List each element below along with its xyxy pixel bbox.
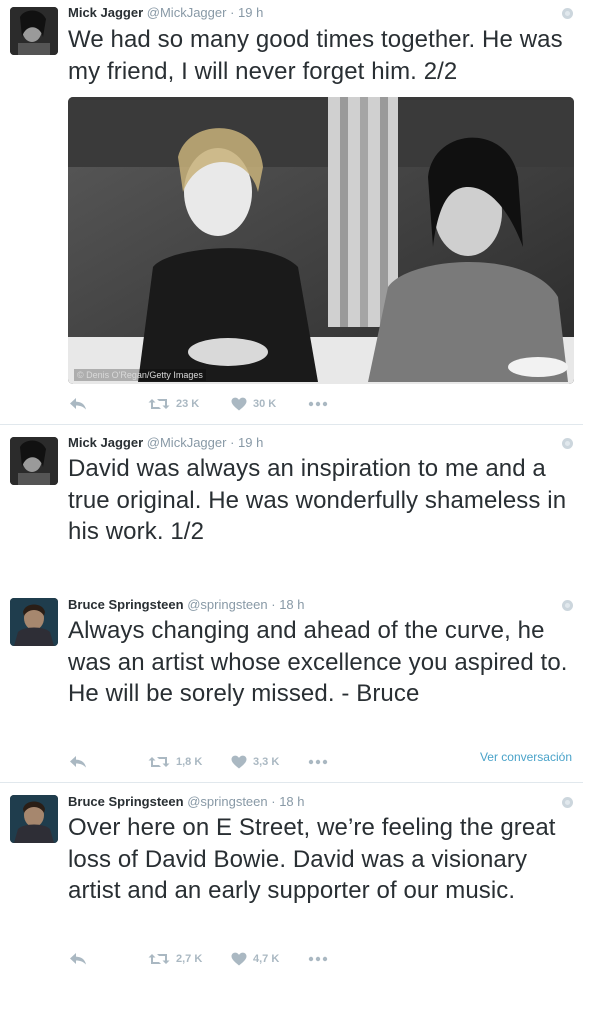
author-name[interactable]: Bruce Springsteen xyxy=(68,597,184,612)
author-name[interactable]: Mick Jagger xyxy=(68,435,143,450)
tweet-text: We had so many good times together. He w… xyxy=(68,26,563,85)
tweet-header: Bruce Springsteen @springsteen · 18 h xyxy=(68,794,305,810)
globe-icon xyxy=(562,8,573,19)
view-conversation-link[interactable]: Ver conversación xyxy=(480,750,572,764)
like-button[interactable]: 30 K xyxy=(231,394,276,414)
author-name[interactable]: Mick Jagger xyxy=(68,5,143,20)
like-button[interactable]: 4,7 K xyxy=(231,949,279,969)
more-icon xyxy=(308,759,328,765)
retweet-icon xyxy=(148,397,170,411)
divider xyxy=(0,782,583,783)
more-button[interactable] xyxy=(308,752,328,772)
heart-icon xyxy=(231,952,247,966)
reply-icon xyxy=(68,397,88,411)
like-count: 3,3 K xyxy=(253,756,280,768)
tweet-time[interactable]: · 19 h xyxy=(230,435,263,450)
author-handle[interactable]: @MickJagger xyxy=(147,435,227,450)
tweet-text: Over here on E Street, we’re feeling the… xyxy=(68,814,556,904)
retweet-button[interactable]: 1,8 K xyxy=(148,752,202,772)
author-handle[interactable]: @springsteen xyxy=(187,597,267,612)
like-button[interactable]: 3,3 K xyxy=(231,752,279,772)
tweet-header: Bruce Springsteen @springsteen · 18 h xyxy=(68,597,305,613)
tweet-text: Always changing and ahead of the curve, … xyxy=(68,617,568,707)
tweet-actions: 23 K 30 K xyxy=(68,394,368,414)
reply-icon xyxy=(68,755,88,769)
more-icon xyxy=(308,956,328,962)
author-handle[interactable]: @MickJagger xyxy=(147,5,227,20)
tweet-time[interactable]: · 19 h xyxy=(230,5,263,20)
avatar[interactable] xyxy=(10,598,58,646)
reply-button[interactable] xyxy=(68,949,88,969)
tweet-time[interactable]: · 18 h xyxy=(271,597,304,612)
avatar[interactable] xyxy=(10,7,58,55)
retweet-icon xyxy=(148,755,170,769)
author-name[interactable]: Bruce Springsteen xyxy=(68,794,184,809)
reply-icon xyxy=(68,952,88,966)
retweet-count: 23 K xyxy=(176,398,200,410)
retweet-button[interactable]: 2,7 K xyxy=(148,949,202,969)
heart-icon xyxy=(231,397,247,411)
tweet-actions: 2,7 K 4,7 K xyxy=(68,949,368,969)
divider xyxy=(0,424,583,425)
author-handle[interactable]: @springsteen xyxy=(187,794,267,809)
tweet-photo[interactable]: © Denis O'Regan/Getty Images xyxy=(68,97,574,384)
photo-credit: © Denis O'Regan/Getty Images xyxy=(74,369,206,381)
avatar[interactable] xyxy=(10,437,58,485)
tweet-header: Mick Jagger @MickJagger · 19 h xyxy=(68,435,263,451)
globe-icon xyxy=(562,600,573,611)
more-button[interactable] xyxy=(308,394,328,414)
tweet-header: Mick Jagger @MickJagger · 19 h xyxy=(68,5,263,21)
globe-icon xyxy=(562,438,573,449)
like-count: 30 K xyxy=(253,398,277,410)
tweet-text: David was always an inspiration to me an… xyxy=(68,455,567,545)
heart-icon xyxy=(231,755,247,769)
reply-button[interactable] xyxy=(68,394,88,414)
retweet-button[interactable]: 23 K xyxy=(148,394,199,414)
globe-icon xyxy=(562,797,573,808)
like-count: 4,7 K xyxy=(253,953,280,965)
avatar[interactable] xyxy=(10,795,58,843)
tweet-actions: 1,8 K 3,3 K xyxy=(68,752,368,772)
retweet-count: 2,7 K xyxy=(176,953,203,965)
tweet-time[interactable]: · 18 h xyxy=(271,794,304,809)
retweet-count: 1,8 K xyxy=(176,756,203,768)
reply-button[interactable] xyxy=(68,752,88,772)
more-icon xyxy=(308,401,328,407)
retweet-icon xyxy=(148,952,170,966)
more-button[interactable] xyxy=(308,949,328,969)
